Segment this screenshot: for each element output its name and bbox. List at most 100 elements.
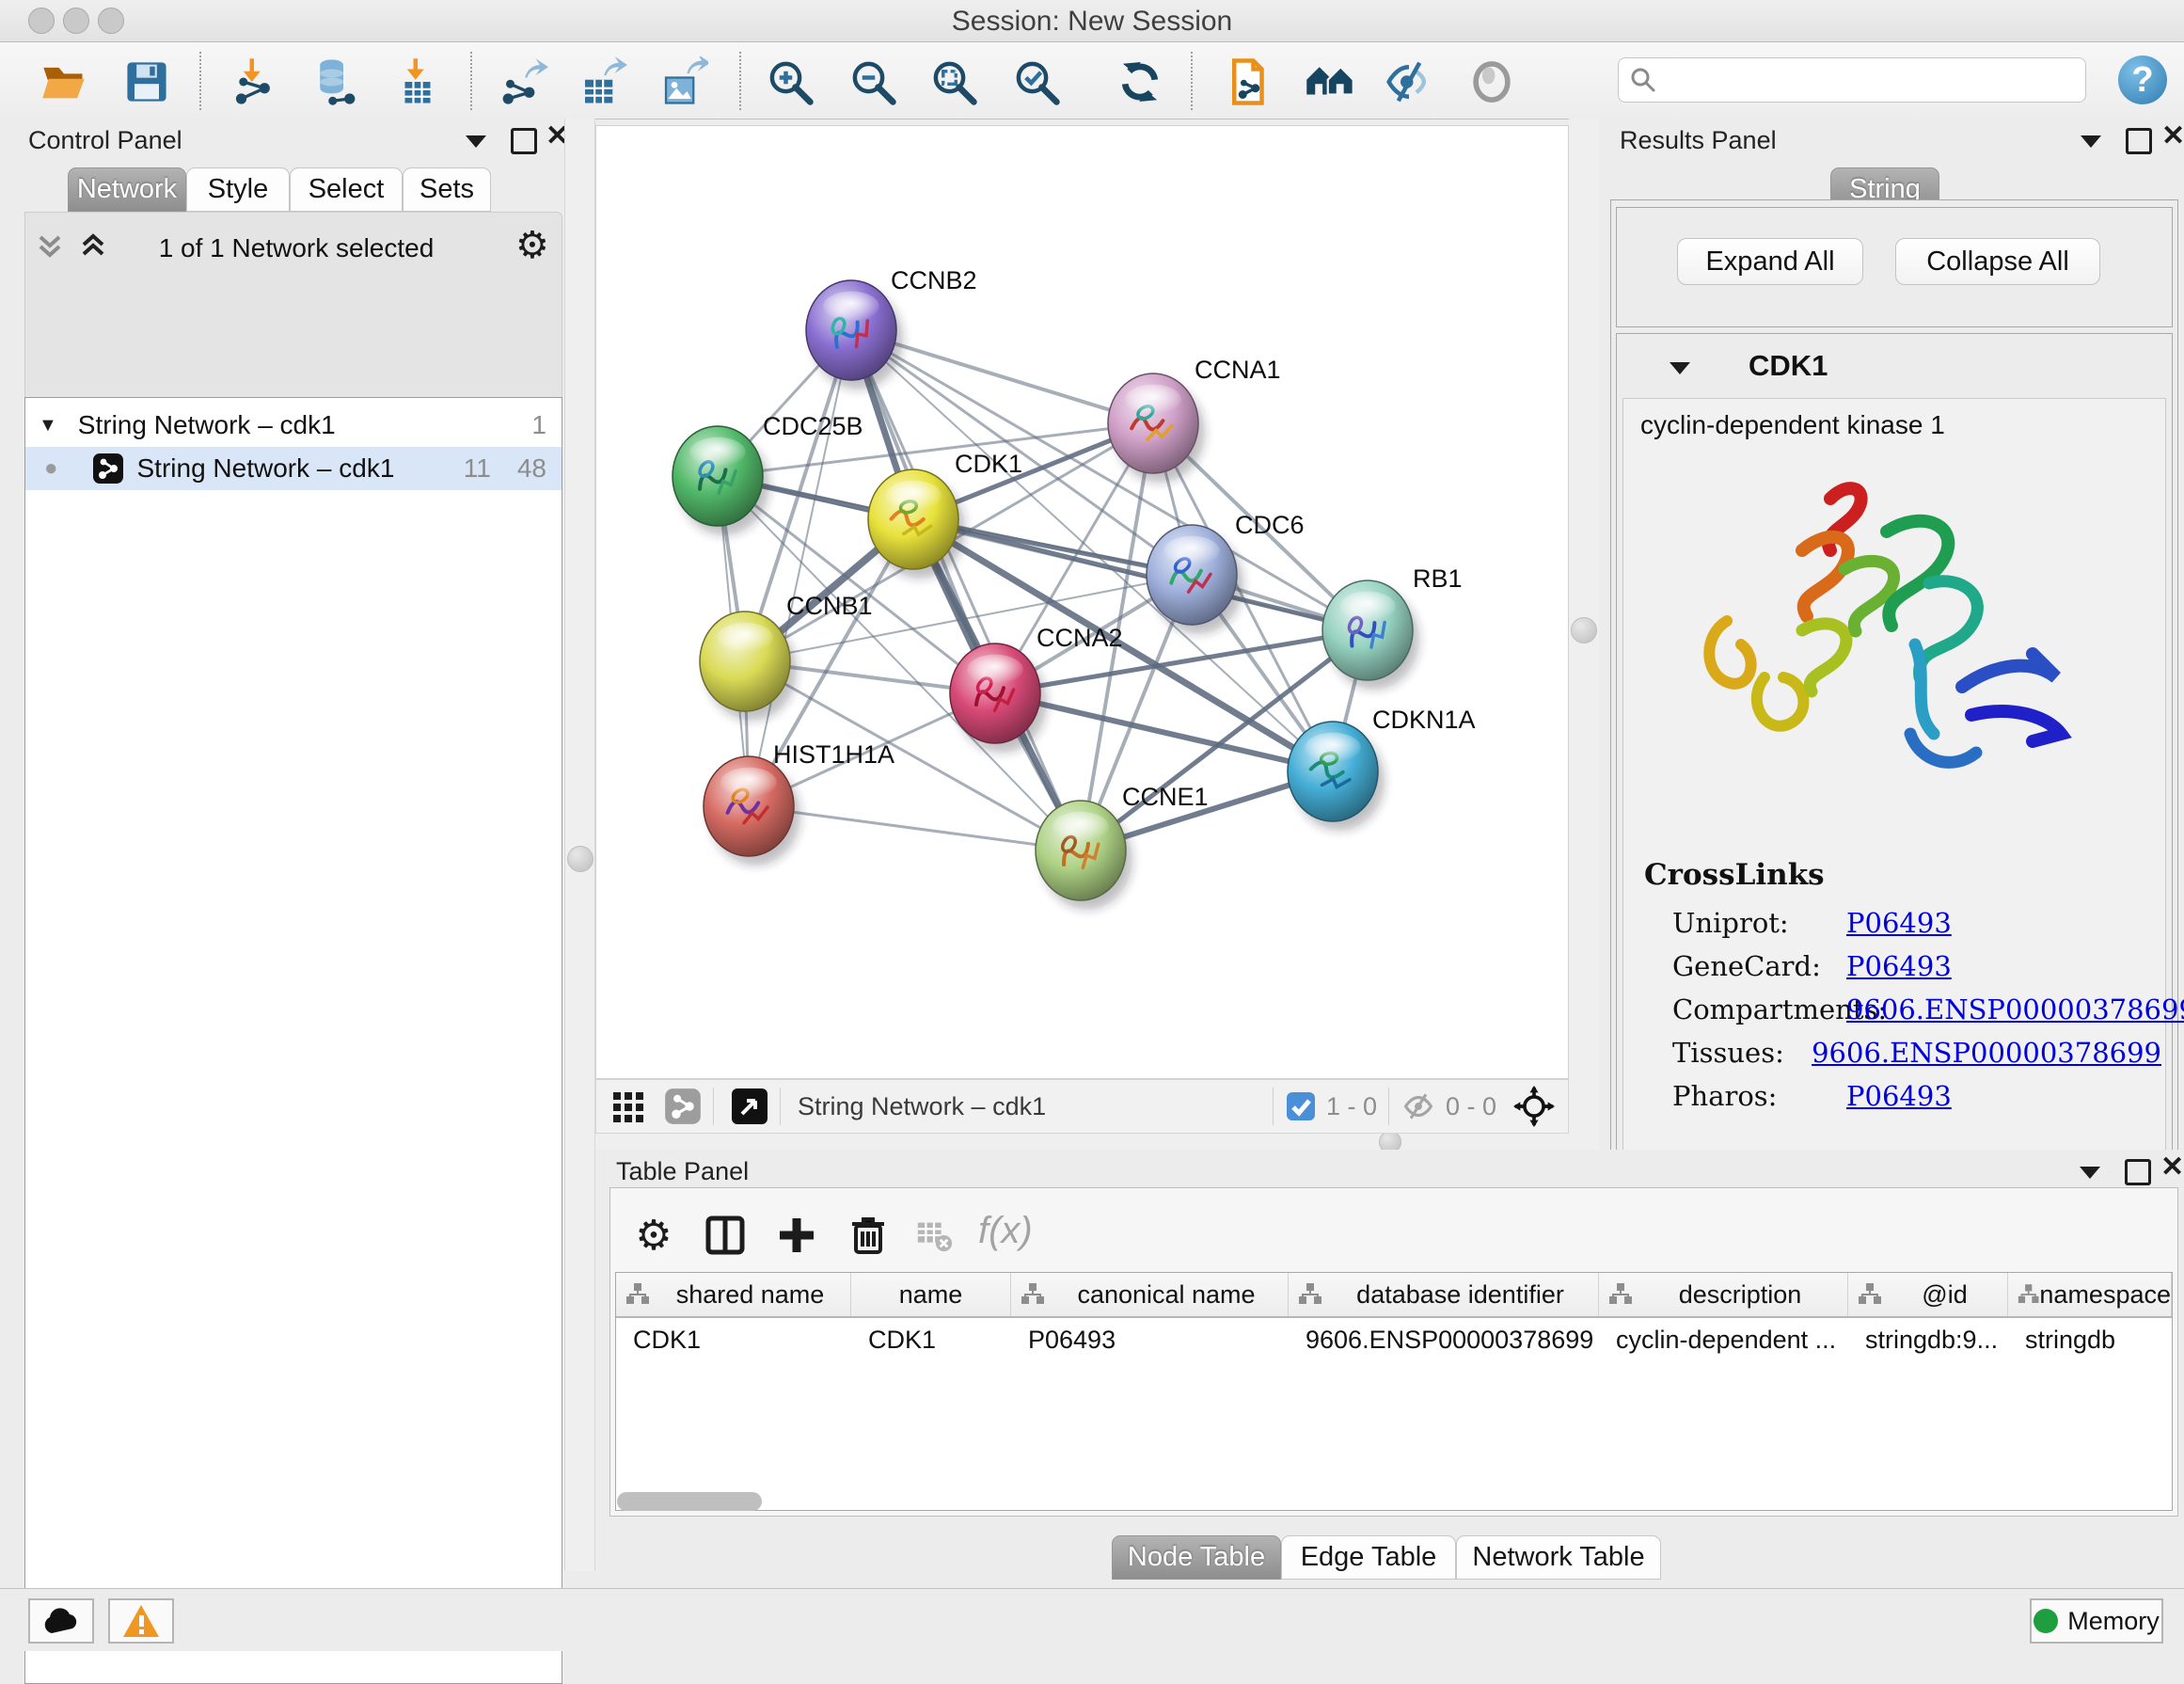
create-column-button[interactable] bbox=[769, 1208, 824, 1263]
refresh-view-button[interactable] bbox=[1114, 56, 1166, 108]
tab-select[interactable]: Select bbox=[290, 167, 403, 212]
graph-node-label: CDK1 bbox=[955, 450, 1022, 478]
import-network-from-database-button[interactable] bbox=[309, 56, 361, 108]
table-cell[interactable]: 9606.ENSP00000378699 bbox=[1289, 1318, 1599, 1361]
tab-network[interactable]: Network bbox=[68, 167, 186, 212]
node-table[interactable]: shared namenamecanonical namedatabase id… bbox=[615, 1272, 2173, 1511]
tab-node-table[interactable]: Node Table bbox=[1112, 1535, 1281, 1580]
warnings-button[interactable] bbox=[108, 1598, 174, 1644]
export-image-button[interactable] bbox=[657, 56, 709, 108]
table-cell[interactable]: CDK1 bbox=[851, 1318, 1011, 1361]
delete-column-button[interactable] bbox=[841, 1208, 895, 1263]
node-table-header: shared namenamecanonical namedatabase id… bbox=[616, 1273, 2172, 1318]
zoom-out-button[interactable] bbox=[847, 56, 899, 108]
graph-node-RB1[interactable]: RB1 bbox=[1322, 564, 1463, 680]
gene-card-collapse-caret[interactable] bbox=[1670, 362, 1690, 374]
table-cell[interactable]: cyclin-dependent ... bbox=[1599, 1318, 1848, 1361]
table-hscroll-thumb[interactable] bbox=[617, 1492, 762, 1511]
show-glass-button[interactable] bbox=[1465, 56, 1518, 108]
help-button[interactable]: ? bbox=[2118, 56, 2167, 104]
table-cell[interactable]: P06493 bbox=[1011, 1318, 1289, 1361]
export-network-button[interactable] bbox=[497, 56, 549, 108]
import-network-button[interactable] bbox=[228, 56, 280, 108]
graph-node-CDK1[interactable]: CDK1 bbox=[868, 450, 1022, 569]
open-session-button[interactable] bbox=[38, 56, 90, 108]
network-options-gear-button[interactable]: ⚙ bbox=[515, 224, 549, 267]
collapse-all-networks-button[interactable] bbox=[77, 230, 109, 266]
zoom-in-button[interactable] bbox=[764, 56, 816, 108]
delete-table-button[interactable] bbox=[907, 1208, 961, 1263]
tree-expander-icon[interactable]: ▼ bbox=[39, 415, 57, 437]
tab-network-table[interactable]: Network Table bbox=[1456, 1535, 1661, 1580]
crosslink-label: Compartments: bbox=[1672, 993, 1846, 1025]
network-collection-row[interactable]: ▼ String Network – cdk1 1 bbox=[25, 404, 562, 447]
graph-node-label: CCNA1 bbox=[1195, 356, 1281, 384]
results-panel-menu-caret[interactable] bbox=[2081, 135, 2101, 148]
crosslink-value[interactable]: P06493 bbox=[1846, 907, 1952, 939]
results-panel-close-button[interactable]: ✕ bbox=[2161, 126, 2184, 147]
zoom-selected-button[interactable] bbox=[1010, 56, 1063, 108]
results-panel-float-button[interactable] bbox=[2126, 128, 2152, 154]
grid-view-icon[interactable] bbox=[611, 1088, 647, 1124]
network-node-count: 11 bbox=[464, 453, 491, 484]
table-panel-menu-caret[interactable] bbox=[2080, 1167, 2100, 1179]
table-panel-float-button[interactable] bbox=[2125, 1159, 2151, 1185]
control-panel-float-button[interactable] bbox=[511, 128, 537, 154]
table-cell[interactable]: stringdb bbox=[2008, 1318, 2172, 1361]
column-header--id[interactable]: @id bbox=[1848, 1273, 2008, 1316]
table-cell[interactable]: CDK1 bbox=[616, 1318, 851, 1361]
home-databases-button[interactable] bbox=[1304, 56, 1356, 108]
tab-edge-table[interactable]: Edge Table bbox=[1281, 1535, 1456, 1580]
crosslink-value[interactable]: P06493 bbox=[1846, 950, 1952, 982]
search-input[interactable] bbox=[1658, 61, 2085, 99]
column-header-shared-name[interactable]: shared name bbox=[616, 1273, 851, 1316]
crosslinks-list: Uniprot:P06493GeneCard:P06493Compartment… bbox=[1672, 901, 2161, 1118]
shared-column-icon bbox=[1608, 1282, 1633, 1307]
table-panel-close-button[interactable]: ✕ bbox=[2160, 1157, 2184, 1178]
houses-icon bbox=[1305, 56, 1355, 107]
network-from-file-button[interactable] bbox=[1223, 56, 1275, 108]
column-header-name[interactable]: name bbox=[851, 1273, 1011, 1316]
collapse-all-button[interactable]: Collapse All bbox=[1895, 238, 2100, 285]
crosslink-value[interactable]: 9606.ENSP00000378699 bbox=[1846, 993, 2184, 1025]
crosslink-value[interactable]: P06493 bbox=[1846, 1080, 1952, 1112]
zoom-fit-button[interactable] bbox=[927, 56, 980, 108]
column-header-canonical-name[interactable]: canonical name bbox=[1011, 1273, 1289, 1316]
hidden-eye-icon[interactable] bbox=[1401, 1088, 1436, 1124]
birds-eye-view-icon[interactable] bbox=[731, 1088, 768, 1125]
tab-style[interactable]: Style bbox=[186, 167, 290, 212]
cloud-status-button[interactable] bbox=[28, 1598, 94, 1644]
string-view-icon[interactable] bbox=[664, 1088, 702, 1125]
column-header-database-identifier[interactable]: database identifier bbox=[1289, 1273, 1599, 1316]
crosslink-row: Uniprot:P06493 bbox=[1672, 901, 2161, 945]
control-panel-title: Control Panel bbox=[28, 126, 182, 155]
column-header-description[interactable]: description bbox=[1599, 1273, 1848, 1316]
control-panel-menu-caret[interactable] bbox=[466, 135, 486, 148]
crosslink-value[interactable]: 9606.ENSP00000378699 bbox=[1812, 1037, 2161, 1069]
save-session-button[interactable] bbox=[120, 56, 173, 108]
network-graph[interactable]: CCNB2CCNA1CDC25BCDK1CDC6RB1CCNB1CCNA2CDK… bbox=[596, 126, 1568, 1078]
table-cell[interactable]: stringdb:9... bbox=[1848, 1318, 2008, 1361]
table-row[interactable]: CDK1CDK1P064939606.ENSP00000378699cyclin… bbox=[616, 1318, 2172, 1361]
import-table-button[interactable] bbox=[391, 56, 444, 108]
table-options-gear-button[interactable]: ⚙ bbox=[626, 1208, 681, 1263]
right-splitter[interactable] bbox=[1569, 119, 1599, 1150]
network-row-selected[interactable]: ● String Network – cdk1 11 48 bbox=[25, 447, 562, 490]
export-table-button[interactable] bbox=[576, 56, 628, 108]
toolbar-separator bbox=[1191, 52, 1193, 110]
tab-sets[interactable]: Sets bbox=[403, 167, 491, 212]
memory-button[interactable]: Memory bbox=[2030, 1598, 2163, 1644]
left-splitter[interactable] bbox=[564, 119, 595, 1571]
show-columns-button[interactable] bbox=[698, 1208, 752, 1263]
import-network-icon bbox=[229, 56, 279, 107]
hide-glass-button[interactable] bbox=[1383, 56, 1435, 108]
selected-checkbox-icon[interactable] bbox=[1285, 1090, 1317, 1122]
network-edge-count: 48 bbox=[517, 453, 546, 484]
column-header-namespace[interactable]: namespace bbox=[2008, 1273, 2172, 1316]
graph-node-HIST1H1A[interactable]: HIST1H1A bbox=[704, 740, 894, 856]
expand-all-networks-button[interactable] bbox=[34, 230, 66, 266]
fit-content-crosshair-icon[interactable] bbox=[1513, 1086, 1555, 1127]
network-canvas[interactable]: CCNB2CCNA1CDC25BCDK1CDC6RB1CCNB1CCNA2CDK… bbox=[595, 125, 1569, 1079]
function-builder-button[interactable]: f(x) bbox=[978, 1210, 1033, 1252]
expand-all-button[interactable]: Expand All bbox=[1677, 238, 1863, 285]
